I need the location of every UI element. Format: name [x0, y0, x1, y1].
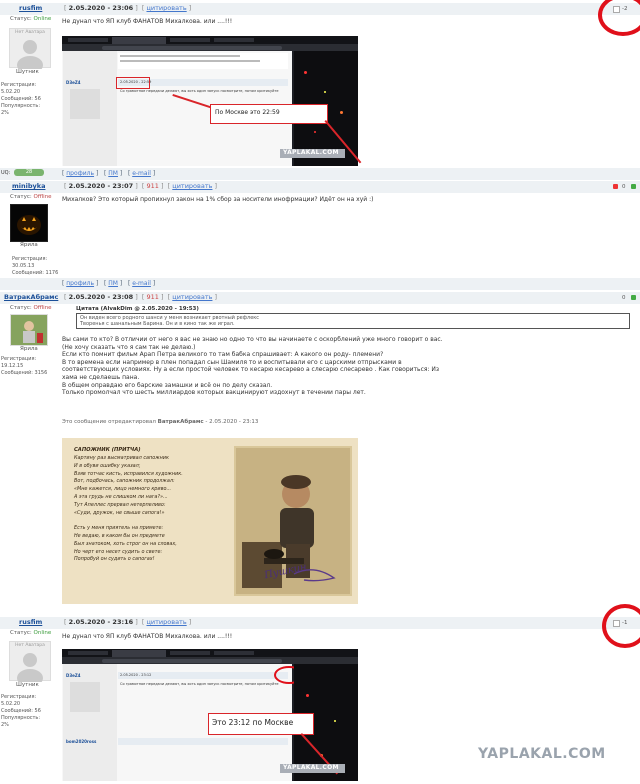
- embedded-screenshot: 2.05.2020 - 22:59 D3eZ4 Со грамотное пер…: [62, 36, 362, 166]
- avatar-photo-icon: [11, 315, 47, 345]
- pm-link[interactable]: ПМ: [108, 280, 118, 287]
- uq-badge: 28: [14, 169, 44, 176]
- user-status: Статус: Offline: [10, 305, 52, 311]
- plus-icon[interactable]: [631, 295, 636, 300]
- annotation-box: Это 23:12 по Москве: [208, 713, 314, 735]
- post-text: Не дунал что ЯП клуб ФАНАТОВ Михалкова. …: [62, 633, 233, 640]
- quote-block: Он виден всего родного шанси у меня возн…: [76, 313, 630, 329]
- user-status: Статус: Online: [10, 16, 52, 22]
- footer-links: [ профиль ] [ ПМ ] [ e-mail ]: [62, 170, 156, 177]
- username-link[interactable]: ВатракАбрамс: [4, 293, 58, 301]
- uq-label: UQ:: [1, 170, 11, 176]
- avatar: Нет Аватара: [9, 28, 51, 69]
- browser-url-bar: [62, 657, 358, 664]
- annotation-circle: [598, 0, 640, 36]
- avatar: [10, 314, 48, 346]
- profile-link[interactable]: профиль: [66, 280, 94, 287]
- post-date: [ 2.05.2020 - 23:16 ] [ цитировать ]: [64, 618, 192, 626]
- poem-image: САПОЖНИК (ПРИТЧА) Картину раз высматрива…: [62, 438, 358, 604]
- quote-link[interactable]: цитировать: [146, 618, 186, 626]
- quote-header: Цитата (AlvakDim @ 2.05.2020 - 19:53): [76, 306, 199, 312]
- avatar: [10, 204, 48, 242]
- user-rank: Шутник: [16, 682, 39, 688]
- user-meta: Регистрация: 30.05.13 Сообщений: 1176: [12, 256, 59, 276]
- watermark: YAPLAKAL.COM: [280, 149, 345, 158]
- quote-link[interactable]: цитировать: [172, 293, 212, 301]
- user-rank: Шутник: [16, 69, 39, 75]
- post-body: Вы сами то кто? В отличии от него я вас …: [62, 336, 443, 397]
- avatar: Нет Аватара: [9, 641, 51, 682]
- post-rating: 0: [622, 295, 626, 301]
- post-rating: 0: [622, 184, 626, 190]
- embedded-screenshot: 2.05.2020 - 23:12 D3eZ4 Со грамотное пер…: [62, 649, 358, 781]
- browser-tabs: [62, 649, 358, 657]
- post-text: Михалков? Это который пропихнул закон на…: [62, 196, 374, 203]
- flag-icon[interactable]: [613, 184, 618, 189]
- user-meta: Регистрация: 5.02.20 Сообщений: 56 Попул…: [1, 694, 41, 728]
- email-link[interactable]: e-mail: [132, 170, 151, 177]
- site-watermark: YAPLAKAL.COM: [478, 746, 606, 762]
- avatar-placeholder-icon: [17, 653, 43, 682]
- pm-link[interactable]: ПМ: [108, 170, 118, 177]
- quote-link[interactable]: цитировать: [172, 182, 212, 190]
- annotation-circle: [602, 604, 640, 648]
- post-text: Не дунал что ЯП клуб ФАНАТОВ Михалкова. …: [62, 18, 233, 25]
- username-link[interactable]: rusfim: [19, 618, 42, 626]
- user-meta: Регистрация: 5.02.20 Сообщений: 56 Попул…: [1, 82, 41, 116]
- annotation-box: По Москве это 22:59: [210, 104, 328, 124]
- user-rank: Ярила: [20, 346, 38, 352]
- avatar-placeholder-icon: [17, 40, 43, 69]
- profile-link[interactable]: профиль: [66, 170, 94, 177]
- browser-url-bar: [62, 44, 358, 51]
- watermark: YAPLAKAL.COM: [280, 764, 345, 773]
- post-date: [ 2.05.2020 - 23:08 ] [ 911 ] [ цитирова…: [64, 293, 218, 301]
- email-link[interactable]: e-mail: [132, 280, 151, 287]
- footer-links: [ профиль ] [ ПМ ] [ e-mail ]: [62, 280, 156, 287]
- edit-note: Это сообщение отредактировал ВатракАбрам…: [62, 419, 259, 425]
- browser-tabs: [62, 36, 358, 44]
- pumpkin-icon: [17, 215, 41, 235]
- post-date: [ 2.05.2020 - 23:07 ] [ 911 ] [ цитирова…: [64, 182, 218, 190]
- username-link[interactable]: rusfim: [19, 4, 42, 12]
- user-rank: Ярила: [20, 242, 38, 248]
- poem-text: Картину раз высматривал сапожник И в обу…: [74, 455, 183, 563]
- post-date: [ 2.05.2020 - 23:06 ] [ цитировать ]: [64, 4, 192, 12]
- user-status: Статус: Online: [10, 630, 52, 636]
- quote-link[interactable]: цитировать: [146, 4, 186, 12]
- plus-icon[interactable]: [631, 184, 636, 189]
- user-status: Статус: Offline: [10, 194, 52, 200]
- user-meta: Регистрация: 19.12.15 Сообщений: 3156: [1, 356, 48, 376]
- username-link[interactable]: minibyka: [12, 182, 45, 190]
